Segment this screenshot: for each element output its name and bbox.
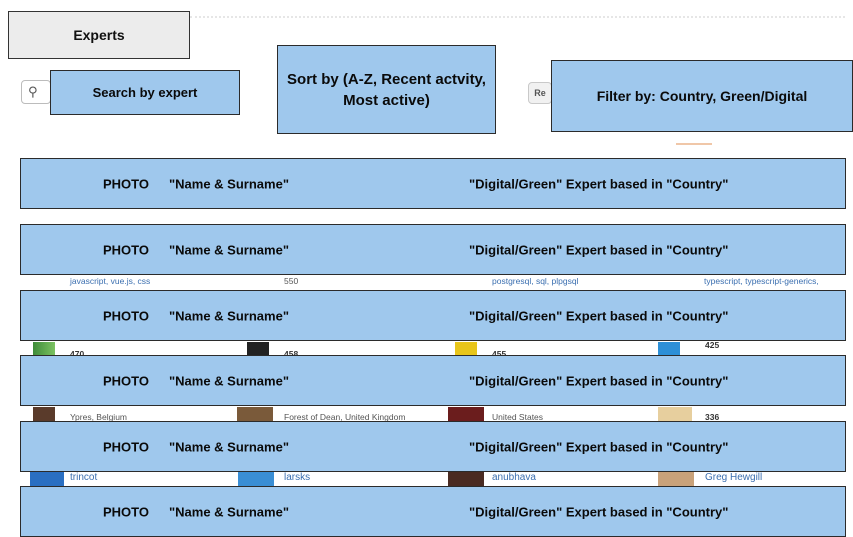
expert-row[interactable]: PHOTO "Name & Surname" "Digital/Green" E… — [20, 421, 846, 472]
avatar — [247, 342, 269, 356]
expert-name: "Name & Surname" — [169, 504, 289, 519]
avatar — [658, 472, 694, 486]
expert-row[interactable]: PHOTO "Name & Surname" "Digital/Green" E… — [20, 224, 846, 275]
expert-role: "Digital/Green" Expert based in "Country… — [469, 176, 729, 191]
avatar — [237, 407, 273, 421]
expert-row[interactable]: PHOTO "Name & Surname" "Digital/Green" E… — [20, 486, 846, 537]
avatar — [448, 407, 484, 421]
header-divider — [190, 16, 845, 18]
filter-dropdown[interactable]: Filter by: Country, Green/Digital — [551, 60, 853, 132]
avatar — [33, 342, 55, 356]
avatar — [33, 407, 55, 421]
expert-name: "Name & Surname" — [169, 176, 289, 191]
avatar — [455, 342, 477, 356]
expert-username[interactable]: anubhava — [492, 472, 536, 483]
expert-row[interactable]: PHOTO "Name & Surname" "Digital/Green" E… — [20, 355, 846, 406]
expert-role: "Digital/Green" Expert based in "Country… — [469, 308, 729, 323]
expert-tags: typescript, typescript-generics, — [704, 276, 819, 286]
expert-name: "Name & Surname" — [169, 242, 289, 257]
search-input[interactable]: Search by expert — [50, 70, 240, 115]
expert-username[interactable]: trincot — [70, 472, 97, 483]
expert-tags: postgresql, sql, plpgsql — [492, 276, 579, 286]
avatar — [238, 472, 274, 486]
page-title: Experts — [8, 11, 190, 59]
expert-name: "Name & Surname" — [169, 373, 289, 388]
expert-count: 550 — [284, 276, 299, 286]
expert-photo-placeholder: PHOTO — [103, 176, 149, 191]
expert-username[interactable]: larsks — [284, 472, 310, 483]
expert-photo-placeholder: PHOTO — [103, 308, 149, 323]
expert-name: "Name & Surname" — [169, 308, 289, 323]
search-icon[interactable]: ⚲ — [21, 80, 51, 104]
expert-tags: javascript, vue.js, css — [70, 276, 151, 286]
avatar — [448, 472, 484, 486]
expert-count: 425 — [705, 340, 720, 350]
avatar — [30, 472, 64, 486]
expert-row[interactable]: PHOTO "Name & Surname" "Digital/Green" E… — [20, 158, 846, 209]
active-tab-indicator — [676, 143, 712, 145]
expert-username[interactable]: Greg Hewgill — [705, 472, 762, 483]
expert-photo-placeholder: PHOTO — [103, 504, 149, 519]
expert-role: "Digital/Green" Expert based in "Country… — [469, 373, 729, 388]
recent-chip[interactable]: Re — [528, 82, 552, 104]
avatar — [658, 407, 692, 421]
expert-role: "Digital/Green" Expert based in "Country… — [469, 242, 729, 257]
expert-photo-placeholder: PHOTO — [103, 439, 149, 454]
sort-dropdown[interactable]: Sort by (A-Z, Recent actvity, Most activ… — [277, 45, 496, 134]
expert-photo-placeholder: PHOTO — [103, 242, 149, 257]
expert-role: "Digital/Green" Expert based in "Country… — [469, 439, 729, 454]
expert-row[interactable]: PHOTO "Name & Surname" "Digital/Green" E… — [20, 290, 846, 341]
expert-role: "Digital/Green" Expert based in "Country… — [469, 504, 729, 519]
expert-photo-placeholder: PHOTO — [103, 373, 149, 388]
avatar — [658, 342, 680, 356]
expert-name: "Name & Surname" — [169, 439, 289, 454]
